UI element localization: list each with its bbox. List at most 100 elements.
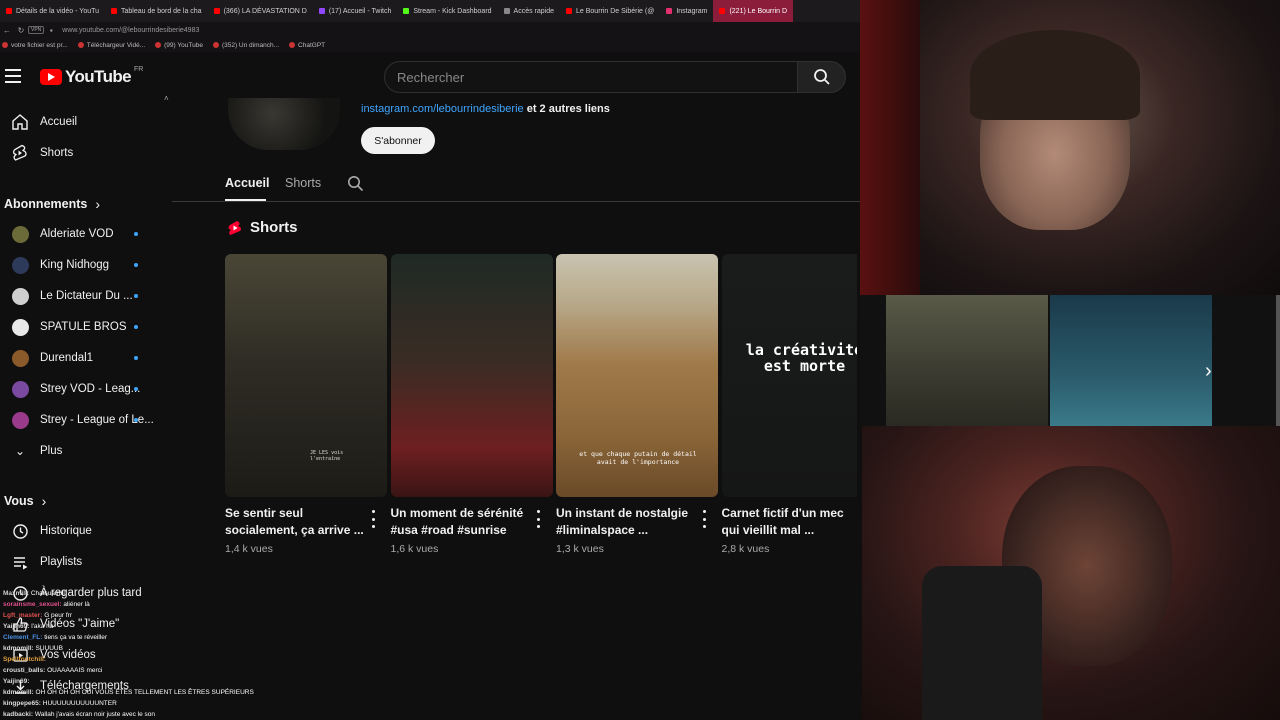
instagram-link[interactable]: instagram.com/lebourrindesiberie [361,103,524,115]
browser-tab-label: Instagram [676,7,708,15]
menu-icon[interactable] [5,69,21,83]
short-thumbnail[interactable]: la créativité est morte [721,254,857,497]
chevron-right-icon[interactable]: › [1205,360,1225,382]
webcam-feed-bottom [862,426,1280,720]
new-content-dot [134,387,138,391]
person-hair [970,30,1140,120]
red-curtain [860,0,920,295]
chat-text: OH OH OH OH OUI VOUS ÊTES TELLEMENT LES … [35,689,254,696]
search-box[interactable] [384,61,821,93]
new-content-dot [134,356,138,360]
browser-tab-label: Tableau de bord de la cha [121,7,202,15]
subscription-item[interactable]: Strey - League of Le... [0,406,160,434]
sidebar-item-history[interactable]: Historique [0,517,160,545]
chat-username: kdmomill: [3,689,34,696]
chevron-right-icon: › [95,196,101,212]
subscription-item[interactable]: Le Dictateur Du ... [0,282,160,310]
browser-tab[interactable]: (221) Le Bourrin D [713,0,794,22]
chat-text: Chatsuamill [30,590,65,597]
chat-username: sorainsme_sexuel: [3,601,62,608]
avatar [11,411,29,429]
sidebar-item-playlists[interactable]: Playlists [0,548,160,576]
you-heading[interactable]: Vous › [4,493,46,509]
subscription-item[interactable]: Durendal1 [0,344,160,372]
channel-search-icon[interactable] [347,175,364,192]
browser-address-bar[interactable]: ← ↻ VPN ▪ www.youtube.com/@lebourrindesi… [0,22,860,38]
subscription-avatar-slot [0,411,40,429]
subscription-label: Le Dictateur Du ... [40,290,133,302]
subscription-label: SPATULE BROS [40,321,127,333]
more-options-icon[interactable] [536,510,542,528]
short-title[interactable]: Se sentir seul socialement, ça arrive ..… [225,505,373,539]
bookmark-item[interactable]: (352) Un dimanch... [212,41,280,49]
chat-text: l'aka ha [31,623,54,630]
sidebar-item-shorts[interactable]: Shorts [0,139,160,167]
chat-text: OUAAAAAIS merci [47,667,103,674]
tab-shorts[interactable]: Shorts [285,176,321,190]
short-title[interactable]: Un moment de sérénité #usa #road #sunris… [391,505,539,539]
playlists-icon [0,554,40,571]
back-icon[interactable]: ← [0,26,14,35]
short-title[interactable]: Carnet fictif d'un mec qui vieillit mal … [722,505,852,539]
browser-tab-label: Le Bourrin De Sibérie (@ [576,7,655,15]
subscription-label: Strey VOD - Leag... [40,383,141,395]
short-caption: JE LES vois l'entraîne [310,450,344,462]
short-thumbnail[interactable] [390,254,553,497]
youtube-logo[interactable]: YouTube FR [40,66,143,87]
tab-accueil[interactable]: Accueil [225,176,269,190]
chair [922,566,1042,720]
short-caption: la créativité est morte [745,341,857,375]
kebab-dot [537,517,540,521]
browser-tab[interactable]: Tableau de bord de la cha [105,0,208,22]
scroll-up-icon[interactable]: ˄ [164,94,169,103]
search-input[interactable] [385,62,821,92]
browser-tab[interactable]: (17) Accueil - Twitch [313,0,398,22]
scrollbar[interactable] [1276,295,1280,426]
chat-message: kdmomill: OH OH OH OH OUI VOUS ÊTES TELL… [3,687,303,698]
chat-message: sorainsme_sexuel: aliéner là [3,599,303,610]
subscription-item[interactable]: SPATULE BROS [0,313,160,341]
subscription-item[interactable]: Strey VOD - Leag... [0,375,160,403]
bookmark-item[interactable]: Téléchargeur Vidé... [77,41,146,49]
address-url[interactable]: www.youtube.com/@lebourrindesiberie4983 [62,27,199,34]
more-options-icon[interactable] [370,510,376,528]
channel-avatar[interactable] [228,98,340,150]
chat-text: G peur frr [44,612,72,619]
browser-tab[interactable]: Stream - Kick Dashboard [397,0,497,22]
subscriptions-heading[interactable]: Abonnements › [4,196,100,212]
more-links[interactable]: et 2 autres liens [527,103,610,115]
bookmark-label: (352) Un dimanch... [221,41,280,49]
browser-tab-label: Accès rapide [513,7,555,15]
browser-tab-label: Détails de la vidéo - YouTu [16,7,100,15]
sidebar-item-accueil[interactable]: Accueil [0,108,160,136]
short-thumbnail[interactable]: et que chaque putain de détail avait de … [556,254,718,497]
short-title[interactable]: Un instant de nostalgie #liminalspace ..… [556,505,704,539]
sidebar-more-button[interactable]: ⌄ Plus [0,437,160,465]
browser-tab-label: (366) LA DÉVASTATION D [223,7,307,15]
sidebar-more-label: Plus [40,445,63,457]
bookmark-item[interactable]: (99) YouTube [155,42,203,49]
more-options-icon[interactable] [701,510,707,528]
bookmark-item[interactable]: votre fichier est pr... [2,42,68,49]
search-button[interactable] [797,61,846,93]
bookmark-item[interactable]: ChatGPT [289,42,325,49]
bookmark-label: Téléchargeur Vidé... [86,41,146,49]
subscription-item[interactable]: King Nidhogg [0,251,160,279]
history-icon [0,523,40,540]
browser-tab[interactable]: Le Bourrin De Sibérie (@ [560,0,660,22]
vpn-icon[interactable]: VPN [28,26,45,34]
reload-icon[interactable]: ↻ [14,26,28,35]
browser-tab[interactable]: Instagram [660,0,713,22]
browser-tab[interactable]: Détails de la vidéo - YouTu [0,0,105,22]
avatar [11,225,29,243]
kebab-dot [702,510,706,513]
subscribe-button[interactable]: S'abonner [361,127,435,154]
chevron-right-icon: › [41,493,47,509]
short-thumbnail[interactable]: JE LES vois l'entraîne [225,254,387,497]
chat-username: Maxmill: [3,590,30,597]
browser-tab[interactable]: (366) LA DÉVASTATION D [208,0,313,22]
chat-username: crousti_balls: [3,667,46,674]
webcam-feed-top [860,0,1280,295]
browser-tab[interactable]: Accès rapide [498,0,560,22]
subscription-item[interactable]: Alderiate VOD [0,220,160,248]
